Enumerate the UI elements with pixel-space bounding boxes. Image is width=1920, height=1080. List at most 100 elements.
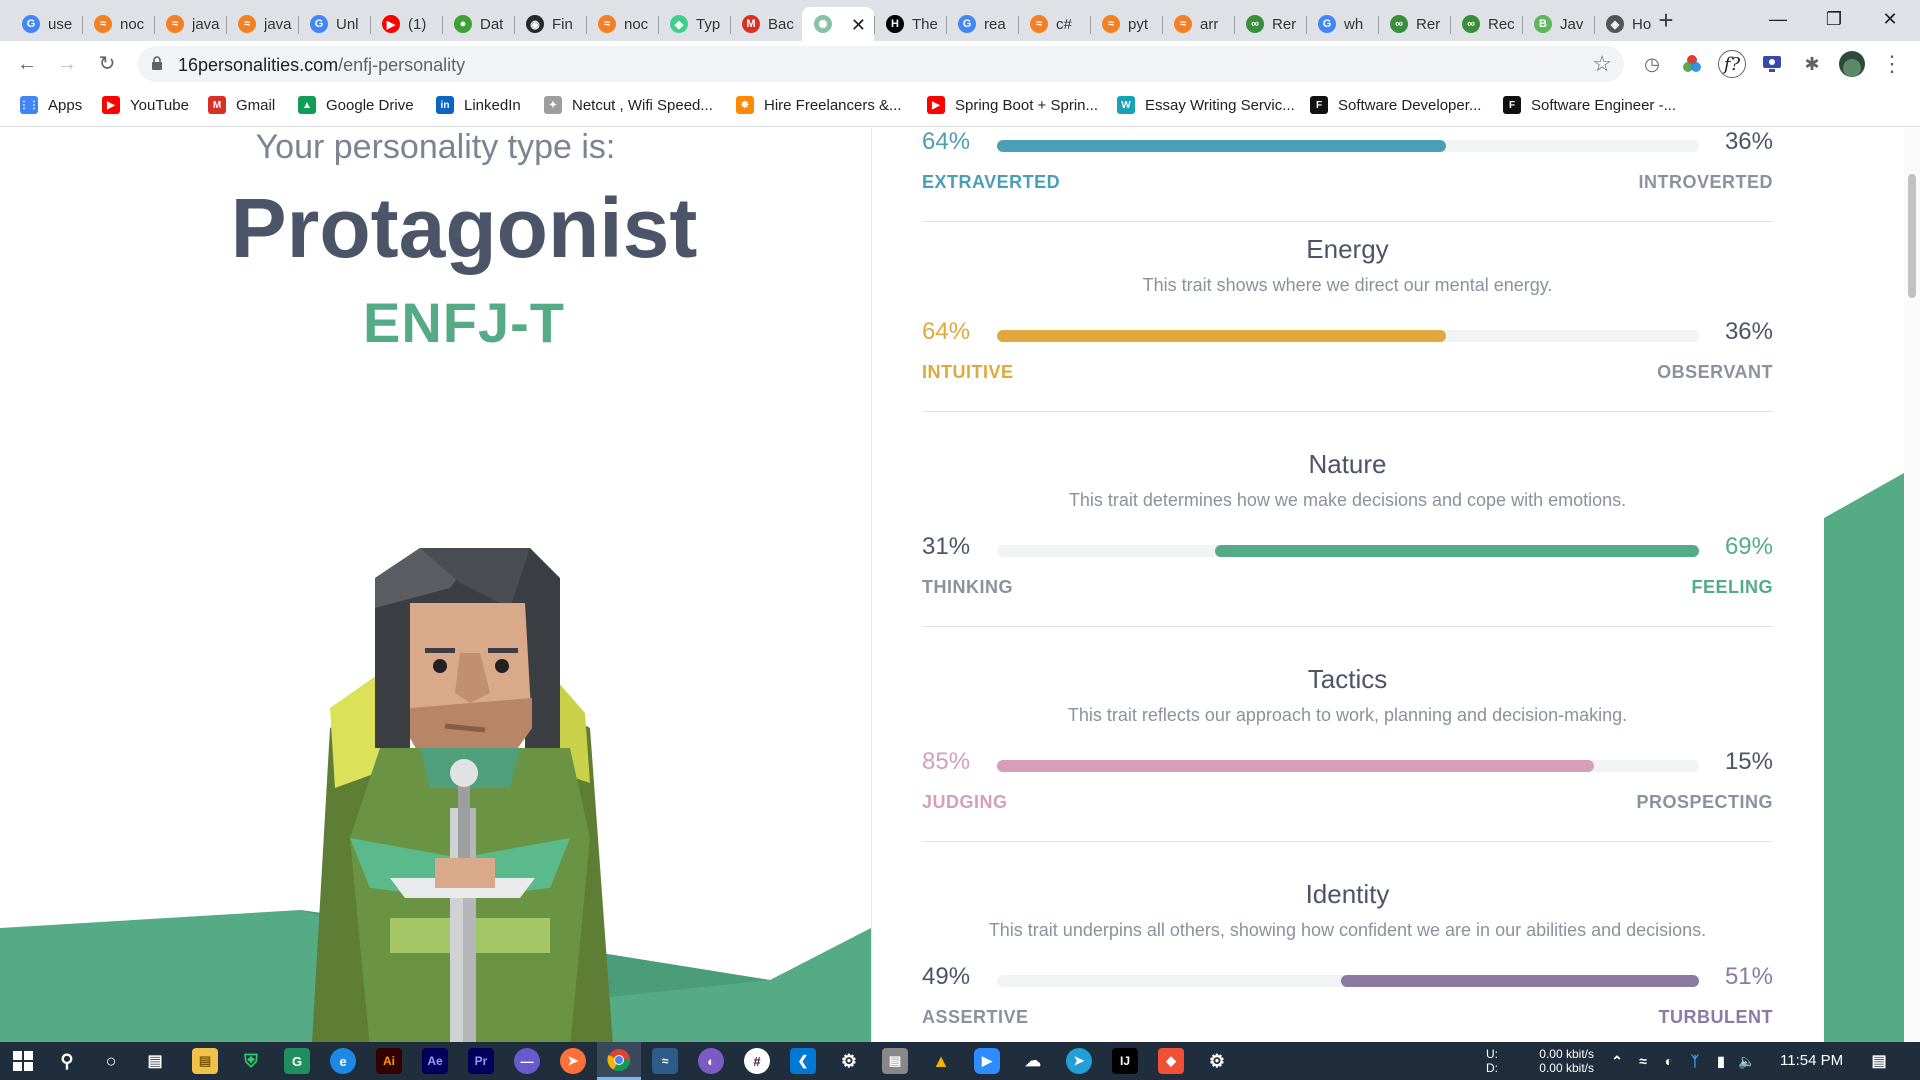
browser-tab[interactable]: M Bac bbox=[730, 7, 802, 41]
new-tab-button[interactable]: + bbox=[1652, 7, 1680, 35]
page-scrollbar[interactable] bbox=[1904, 128, 1920, 1042]
browser-tab[interactable]: ◉ Fin bbox=[514, 7, 586, 41]
slack-icon[interactable]: # bbox=[744, 1048, 770, 1074]
settings-gear-icon[interactable]: ⚙ bbox=[1204, 1048, 1230, 1074]
cortana-icon[interactable]: ○ bbox=[98, 1048, 124, 1074]
browser-tab[interactable]: ◆ Typ bbox=[658, 7, 730, 41]
app-icon-blue[interactable]: ≈ bbox=[652, 1048, 678, 1074]
zoom-icon[interactable]: ▶ bbox=[974, 1048, 1000, 1074]
windows-taskbar: ⚲ ○ ▤ ▤ ⛨ G e Ai Ae Pr — ➤ ≈ ◐ # ❮ ⚙ ▤ ▲… bbox=[0, 1042, 1920, 1080]
font-finder-extension-icon[interactable]: f? bbox=[1718, 50, 1746, 78]
browser-menu-icon[interactable]: ⋮ bbox=[1878, 50, 1906, 78]
trait-right-label: FEELING bbox=[1691, 577, 1773, 597]
file-explorer-icon[interactable]: ▤ bbox=[192, 1048, 218, 1074]
tab-favicon-icon: G bbox=[22, 15, 40, 33]
bookmark-item[interactable]: ▶ Spring Boot + Sprin... bbox=[927, 96, 1098, 114]
telegram-icon[interactable]: ➤ bbox=[1066, 1048, 1092, 1074]
browser-tab[interactable]: ∞ Rec bbox=[1450, 7, 1522, 41]
bookmark-item[interactable]: ▶ YouTube bbox=[102, 96, 189, 114]
tor-browser-icon[interactable]: ◐ bbox=[698, 1048, 724, 1074]
tab-title: Unl bbox=[336, 15, 359, 33]
browser-tab[interactable]: ≈ noc bbox=[82, 7, 154, 41]
close-window-button[interactable]: ✕ bbox=[1862, 0, 1918, 38]
browser-tab[interactable]: B Jav bbox=[1522, 7, 1594, 41]
bookmark-item[interactable]: ⋮⋮ Apps bbox=[19, 96, 83, 114]
volume-icon[interactable]: 🔈 bbox=[1734, 1048, 1760, 1074]
close-tab-icon[interactable]: ✕ bbox=[851, 15, 866, 36]
bookmark-icon: in bbox=[436, 96, 454, 114]
bookmark-icon: ▶ bbox=[927, 96, 945, 114]
battery-icon[interactable]: ▮ bbox=[1708, 1048, 1734, 1074]
app-icon-purple[interactable]: — bbox=[514, 1048, 540, 1074]
profile-avatar[interactable] bbox=[1838, 50, 1866, 78]
browser-tab[interactable]: ≈ arr bbox=[1162, 7, 1234, 41]
bookmark-item[interactable]: F Software Engineer -... bbox=[1503, 96, 1676, 114]
extensions-puzzle-icon[interactable]: ✱ bbox=[1798, 50, 1826, 78]
browser-tab[interactable]: ✺ ✕ bbox=[802, 7, 874, 41]
browser-tab[interactable]: Guse bbox=[10, 7, 82, 41]
defender-icon[interactable]: ⛨ bbox=[238, 1048, 264, 1074]
tab-favicon-icon: G bbox=[310, 15, 328, 33]
database-icon[interactable]: ▤ bbox=[882, 1048, 908, 1074]
tab-title: Rer bbox=[1416, 15, 1441, 33]
browser-tab[interactable]: ≈ pyt bbox=[1090, 7, 1162, 41]
browser-tab[interactable]: Gwh bbox=[1306, 7, 1378, 41]
intellij-icon[interactable]: IJ bbox=[1112, 1048, 1138, 1074]
reload-icon[interactable]: ↻ bbox=[92, 49, 122, 79]
taskbar-clock[interactable]: 11:54 PM bbox=[1780, 1052, 1843, 1069]
bookmark-item[interactable]: ✸ Hire Freelancers &... bbox=[736, 96, 902, 114]
bluetooth-icon[interactable]: ᛉ bbox=[1682, 1048, 1708, 1074]
edge-icon[interactable]: e bbox=[330, 1048, 356, 1074]
browser-tab[interactable]: ● Dat bbox=[442, 7, 514, 41]
chrome-taskbar-icon[interactable] bbox=[597, 1042, 641, 1080]
bookmark-label: Apps bbox=[48, 96, 83, 114]
screen-cast-extension-icon[interactable] bbox=[1758, 50, 1786, 78]
browser-tab[interactable]: ∞ Rer bbox=[1378, 7, 1450, 41]
bookmark-item[interactable]: M Gmail bbox=[208, 96, 275, 114]
bookmark-item[interactable]: in LinkedIn bbox=[436, 96, 521, 114]
app-icon-cloud[interactable]: ☁ bbox=[1020, 1048, 1046, 1074]
steam-icon[interactable]: ⚙ bbox=[836, 1048, 862, 1074]
postman-icon[interactable]: ➤ bbox=[560, 1048, 586, 1074]
browser-tab[interactable]: ∞ Rer bbox=[1234, 7, 1306, 41]
browser-tab[interactable]: ≈ noc bbox=[586, 7, 658, 41]
windows-start-icon[interactable] bbox=[10, 1048, 36, 1074]
bookmark-item[interactable]: ▲ Google Drive bbox=[298, 96, 414, 114]
bookmark-item[interactable]: ✦ Netcut , Wifi Speed... bbox=[544, 96, 713, 114]
illustrator-icon[interactable]: Ai bbox=[376, 1048, 402, 1074]
vscode-icon[interactable]: ❮ bbox=[790, 1048, 816, 1074]
browser-tab[interactable]: ≈ java bbox=[226, 7, 298, 41]
restore-button[interactable]: ❐ bbox=[1806, 0, 1862, 38]
back-arrow-icon[interactable]: ← bbox=[12, 49, 42, 79]
search-icon[interactable]: ⚲ bbox=[54, 1048, 80, 1074]
bookmark-icon: ⋮⋮ bbox=[19, 96, 39, 114]
notifications-icon[interactable]: ▤ bbox=[1866, 1048, 1892, 1074]
wifi-icon[interactable]: ≈ bbox=[1630, 1048, 1656, 1074]
browser-tab[interactable]: ≈ java bbox=[154, 7, 226, 41]
tab-title: Fin bbox=[552, 15, 573, 33]
chevron-up-icon[interactable]: ⌃ bbox=[1604, 1048, 1630, 1074]
scrollbar-thumb[interactable] bbox=[1908, 174, 1916, 298]
address-bar[interactable]: 16personalities.com/enfj-personality ☆ bbox=[138, 46, 1624, 82]
bookmark-star-icon[interactable]: ☆ bbox=[1592, 51, 1612, 77]
bookmark-item[interactable]: W Essay Writing Servic... bbox=[1117, 96, 1295, 114]
browser-tab[interactable]: ≈ c# bbox=[1018, 7, 1090, 41]
browser-tab[interactable]: ▶ (1) bbox=[370, 7, 442, 41]
color-picker-extension-icon[interactable] bbox=[1678, 50, 1706, 78]
task-view-icon[interactable]: ▤ bbox=[142, 1048, 168, 1074]
bookmark-item[interactable]: F Software Developer... bbox=[1310, 96, 1481, 114]
premiere-icon[interactable]: Pr bbox=[468, 1048, 494, 1074]
tor-tray-icon[interactable]: ◐ bbox=[1656, 1048, 1682, 1074]
gitkraken-icon[interactable]: G bbox=[284, 1048, 310, 1074]
browser-tab[interactable]: G Unl bbox=[298, 7, 370, 41]
git-icon[interactable]: ◆ bbox=[1158, 1048, 1184, 1074]
forward-arrow-icon[interactable]: → bbox=[52, 49, 82, 79]
speed-dial-icon[interactable]: ◷ bbox=[1638, 50, 1666, 78]
browser-tab[interactable]: H The bbox=[874, 7, 946, 41]
after-effects-icon[interactable]: Ae bbox=[422, 1048, 448, 1074]
google-drive-taskbar-icon[interactable]: ▲ bbox=[928, 1048, 954, 1074]
bookmark-label: Hire Freelancers &... bbox=[764, 96, 902, 114]
minimize-button[interactable]: — bbox=[1750, 0, 1806, 38]
trait-left-percent: 64% bbox=[922, 318, 971, 345]
browser-tab[interactable]: Grea bbox=[946, 7, 1018, 41]
